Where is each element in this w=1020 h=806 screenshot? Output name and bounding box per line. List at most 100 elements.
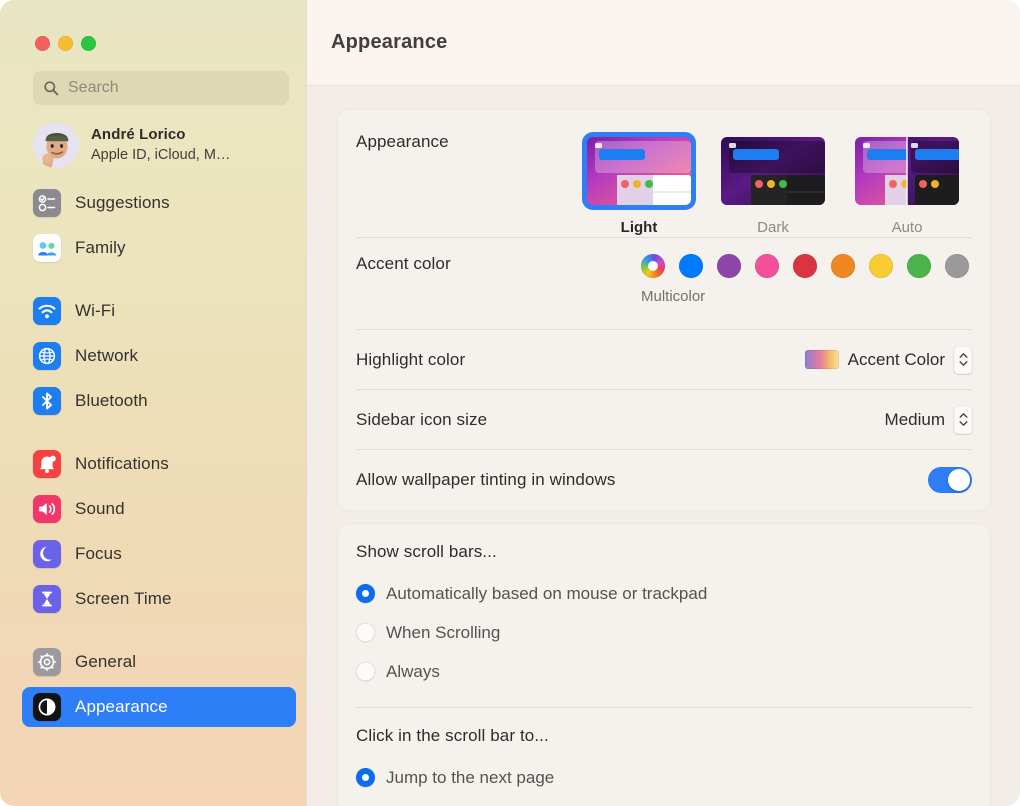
accent-swatch-pink[interactable] <box>755 254 779 278</box>
account-row[interactable]: André Lorico Apple ID, iCloud, M… <box>33 119 294 171</box>
search-icon <box>43 80 59 96</box>
moon-icon <box>33 540 61 568</box>
family-icon <box>33 234 61 262</box>
accent-swatch-red[interactable] <box>793 254 817 278</box>
radio-button[interactable] <box>356 768 375 787</box>
radio-label: Jump to the next page <box>386 768 554 788</box>
sidebar-item-sound[interactable]: Sound <box>12 489 294 529</box>
scrollbar-option-always[interactable]: Always <box>356 652 972 691</box>
sidebar-nav: Suggestions Family <box>12 183 294 727</box>
radio-label: Always <box>386 662 440 682</box>
search-field[interactable] <box>33 71 289 105</box>
accent-swatch-yellow[interactable] <box>869 254 893 278</box>
appearance-settings-card: Appearance <box>338 110 990 510</box>
sidebar-item-focus[interactable]: Focus <box>12 534 294 574</box>
sidebar-item-general[interactable]: General <box>12 642 294 682</box>
chevron-updown-icon[interactable] <box>954 406 972 434</box>
accent-swatch-blue[interactable] <box>679 254 703 278</box>
click-scroll-bar-title: Click in the scroll bar to... <box>356 726 972 746</box>
accent-color-label: Accent color <box>356 254 451 274</box>
bluetooth-icon <box>33 387 61 415</box>
accent-swatch-multicolor[interactable] <box>641 254 665 278</box>
accent-color-row: Accent color Mul <box>356 238 972 330</box>
sidebar-item-label: Screen Time <box>75 589 172 609</box>
auto-thumbnail <box>855 137 959 205</box>
accent-swatches: Multicolor <box>641 254 972 305</box>
account-name: André Lorico <box>91 126 230 145</box>
highlight-color-row: Highlight color Accent Color <box>356 330 972 390</box>
gradient-chip-icon <box>805 350 839 369</box>
radio-label: When Scrolling <box>386 623 500 643</box>
scrollbar-option-when-scrolling[interactable]: When Scrolling <box>356 613 972 652</box>
auto-thumbnail-frame[interactable] <box>850 132 964 210</box>
sidebar-item-label: Notifications <box>75 454 169 474</box>
appearance-row: Appearance <box>356 110 972 238</box>
highlight-color-popup[interactable]: Accent Color <box>805 346 972 374</box>
wallpaper-tinting-toggle[interactable] <box>928 467 972 493</box>
main-pane: Appearance Appearance <box>306 0 1020 806</box>
click-scroll-bar-section: Click in the scroll bar to... Jump to th… <box>356 708 972 806</box>
accent-swatch-orange[interactable] <box>831 254 855 278</box>
sidebar-item-label: Suggestions <box>75 193 170 213</box>
highlight-color-label: Highlight color <box>356 350 465 370</box>
click-scrollbar-option-jump-next-page[interactable]: Jump to the next page <box>356 758 972 797</box>
sidebar-icon-size-popup[interactable]: Medium <box>885 406 972 434</box>
sidebar-item-appearance[interactable]: Appearance <box>22 687 296 727</box>
radio-button[interactable] <box>356 584 375 603</box>
accent-swatch-green[interactable] <box>907 254 931 278</box>
sidebar-item-label: Sound <box>75 499 125 519</box>
wifi-icon <box>33 297 61 325</box>
minimize-button[interactable] <box>58 36 73 51</box>
show-scroll-bars-title: Show scroll bars... <box>356 542 972 562</box>
sidebar-item-network[interactable]: Network <box>12 336 294 376</box>
appearance-option-dark[interactable]: Dark <box>716 132 830 236</box>
sidebar-item-family[interactable]: Family <box>12 228 294 268</box>
light-thumbnail <box>587 137 691 205</box>
sidebar-icon-size-value: Medium <box>885 410 945 430</box>
bell-icon <box>33 450 61 478</box>
system-settings-window: André Lorico Apple ID, iCloud, M… Sugges… <box>0 0 1020 806</box>
accent-selected-label: Multicolor <box>641 288 969 305</box>
appearance-label: Appearance <box>356 132 449 152</box>
appearance-option-light[interactable]: Light <box>582 132 696 236</box>
sidebar-icon-size-label: Sidebar icon size <box>356 410 487 430</box>
radio-button[interactable] <box>356 623 375 642</box>
sidebar-item-label: General <box>75 652 136 672</box>
titlebar: Appearance <box>307 0 1020 86</box>
sidebar-item-notifications[interactable]: Notifications <box>12 444 294 484</box>
sidebar-divider <box>12 624 294 642</box>
dark-thumbnail-frame[interactable] <box>716 132 830 210</box>
sidebar-item-label: Bluetooth <box>75 391 148 411</box>
appearance-option-label: Auto <box>892 219 923 236</box>
sidebar-item-label: Family <box>75 238 126 258</box>
accent-swatch-graphite[interactable] <box>945 254 969 278</box>
chevron-updown-icon[interactable] <box>954 346 972 374</box>
appearance-option-auto[interactable]: Auto <box>850 132 964 236</box>
accent-swatch-purple[interactable] <box>717 254 741 278</box>
maximize-button[interactable] <box>81 36 96 51</box>
sidebar-item-screen-time[interactable]: Screen Time <box>12 579 294 619</box>
sidebar-item-suggestions[interactable]: Suggestions <box>12 183 294 223</box>
radio-button[interactable] <box>356 662 375 681</box>
search-input[interactable] <box>68 79 279 97</box>
sidebar-divider <box>12 273 294 291</box>
scrollbar-option-automatic[interactable]: Automatically based on mouse or trackpad <box>356 574 972 613</box>
sidebar-item-bluetooth[interactable]: Bluetooth <box>12 381 294 421</box>
light-thumbnail-frame[interactable] <box>582 132 696 210</box>
page-title: Appearance <box>331 31 448 54</box>
sidebar-divider <box>12 426 294 444</box>
show-scroll-bars-section: Show scroll bars... Automatically based … <box>356 524 972 707</box>
settings-content: Appearance <box>307 86 1020 806</box>
account-subtitle: Apple ID, iCloud, M… <box>91 146 230 164</box>
appearance-option-label: Light <box>621 219 658 236</box>
sidebar: André Lorico Apple ID, iCloud, M… Sugges… <box>0 0 306 806</box>
appearance-option-label: Dark <box>757 219 789 236</box>
sidebar-icon-size-row: Sidebar icon size Medium <box>356 390 972 450</box>
close-button[interactable] <box>35 36 50 51</box>
wallpaper-tinting-label: Allow wallpaper tinting in windows <box>356 470 615 490</box>
dark-thumbnail <box>721 137 825 205</box>
radio-label: Automatically based on mouse or trackpad <box>386 584 707 604</box>
appearance-contrast-icon <box>33 693 61 721</box>
sidebar-item-wifi[interactable]: Wi-Fi <box>12 291 294 331</box>
avatar <box>33 122 79 168</box>
